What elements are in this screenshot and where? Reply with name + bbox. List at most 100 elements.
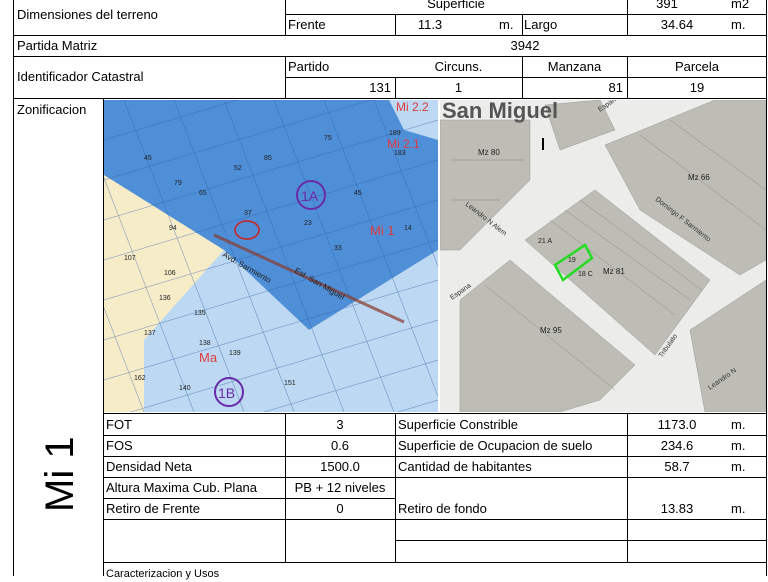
rule <box>285 413 286 562</box>
frente-value: 11.3 <box>417 17 443 32</box>
caracterizacion-label: Caracterizacion y Usos <box>106 568 220 580</box>
largo-value: 34.64 <box>660 17 694 32</box>
superficie-label: Superficie <box>427 0 485 11</box>
rule <box>285 14 766 15</box>
sup-ocupacion-label: Superficie de Ocupacion de suelo <box>398 438 593 453</box>
svg-text:85: 85 <box>264 155 272 162</box>
fot-label: FOT <box>106 417 132 432</box>
svg-text:52: 52 <box>234 165 242 172</box>
rule <box>285 56 286 98</box>
rule <box>13 35 766 36</box>
svg-text:45: 45 <box>354 190 362 197</box>
parcel-21a-label: 21 A <box>538 238 552 245</box>
block-label-mz81: Mz 81 <box>603 267 625 276</box>
frente-unit: m. <box>499 17 514 32</box>
svg-text:65: 65 <box>199 190 207 197</box>
circuns-label: Circuns. <box>434 59 483 74</box>
svg-text:45: 45 <box>144 155 152 162</box>
zone-label-1a: 1A <box>301 188 319 204</box>
retiro-fondo-label: Retiro de fondo <box>398 501 487 516</box>
svg-text:140: 140 <box>179 385 191 392</box>
town-label: San Miguel <box>442 100 558 123</box>
partido-label: Partido <box>288 59 330 74</box>
svg-text:135: 135 <box>194 310 206 317</box>
sup-constrible-value: 1173.0 <box>657 417 697 432</box>
rule <box>13 56 766 57</box>
parcela-label: Parcela <box>674 59 720 74</box>
parcel-19-label: 19 <box>568 257 576 264</box>
largo-label: Largo <box>524 17 558 32</box>
habitantes-label: Cantidad de habitantes <box>398 459 532 474</box>
rule <box>627 0 628 35</box>
retiro-fondo-unit: m. <box>731 501 746 516</box>
svg-text:79: 79 <box>174 180 182 187</box>
rule <box>103 98 104 576</box>
svg-text:37: 37 <box>244 210 252 217</box>
rule <box>766 0 767 576</box>
rule <box>103 519 766 520</box>
rule <box>627 56 628 98</box>
sup-constrible-label: Superficie Constrible <box>398 417 518 432</box>
svg-text:106: 106 <box>164 270 176 277</box>
habitantes-unit: m. <box>731 459 746 474</box>
svg-text:138: 138 <box>199 340 211 347</box>
partida-value: 3942 <box>510 38 540 53</box>
zone-label-ma: Ma <box>199 350 218 365</box>
svg-text:94: 94 <box>169 225 177 232</box>
partida-label: Partida Matriz <box>17 38 98 53</box>
svg-text:151: 151 <box>284 380 296 387</box>
zone-label-mi22: Mi 2.2 <box>396 100 429 114</box>
block-label-mz95: Mz 95 <box>540 326 562 335</box>
svg-text:75: 75 <box>324 135 332 142</box>
altura-value: PB + 12 niveles <box>294 480 386 495</box>
partido-value: 131 <box>369 80 391 95</box>
retiro-frente-value: 0 <box>336 501 344 516</box>
densidad-value: 1500.0 <box>320 459 360 474</box>
sup-ocupacion-unit: m. <box>731 438 746 453</box>
block-label-mz66: Mz 66 <box>688 173 710 182</box>
rule <box>103 435 766 436</box>
svg-text:23: 23 <box>304 220 312 227</box>
rule <box>285 0 286 35</box>
rule <box>103 477 766 478</box>
svg-text:183: 183 <box>394 150 406 157</box>
retiro-frente-label: Retiro de Frente <box>106 501 200 516</box>
parcela-value: 19 <box>689 80 705 95</box>
fot-value: 3 <box>336 417 344 432</box>
zone-label-mi1: Mi 1 <box>370 223 395 238</box>
rule <box>522 56 523 98</box>
sup-ocupacion-value: 234.6 <box>660 438 694 453</box>
svg-text:189: 189 <box>389 130 401 137</box>
rule <box>395 14 396 35</box>
fos-value: 0.6 <box>330 438 350 453</box>
rule <box>627 413 628 562</box>
rule <box>103 456 766 457</box>
zoning-map: 45 79 65 52 85 94 37 75 45 107 106 136 135 137 138… <box>104 100 438 412</box>
retiro-fondo-value: 13.83 <box>660 501 694 516</box>
rule <box>285 77 766 78</box>
superficie-unit: m2 <box>731 0 750 11</box>
rule <box>13 98 766 99</box>
rule <box>103 562 766 563</box>
superficie-value: 391 <box>656 0 678 11</box>
svg-text:137: 137 <box>144 330 156 337</box>
rule <box>103 413 766 414</box>
rule <box>395 413 396 562</box>
manzana-value: 81 <box>608 80 623 95</box>
svg-text:14: 14 <box>404 225 412 232</box>
manzana-label: Manzana <box>547 59 602 74</box>
parcel-18c-label: 18 C <box>578 271 593 278</box>
svg-text:33: 33 <box>334 245 342 252</box>
largo-unit: m. <box>731 17 746 32</box>
zone-code: Mi 1 <box>38 436 82 512</box>
svg-text:136: 136 <box>159 295 171 302</box>
zonificacion-label: Zonificacion <box>17 102 87 117</box>
identificador-label: Identificador Catastral <box>17 69 144 84</box>
svg-text:162: 162 <box>134 375 146 382</box>
rule <box>395 77 396 98</box>
habitantes-value: 58.7 <box>664 459 690 474</box>
zone-label-mi21: Mi 2.1 <box>387 137 420 151</box>
rule <box>522 14 523 35</box>
zone-label-1b: 1B <box>218 385 235 401</box>
densidad-label: Densidad Neta <box>106 459 192 474</box>
